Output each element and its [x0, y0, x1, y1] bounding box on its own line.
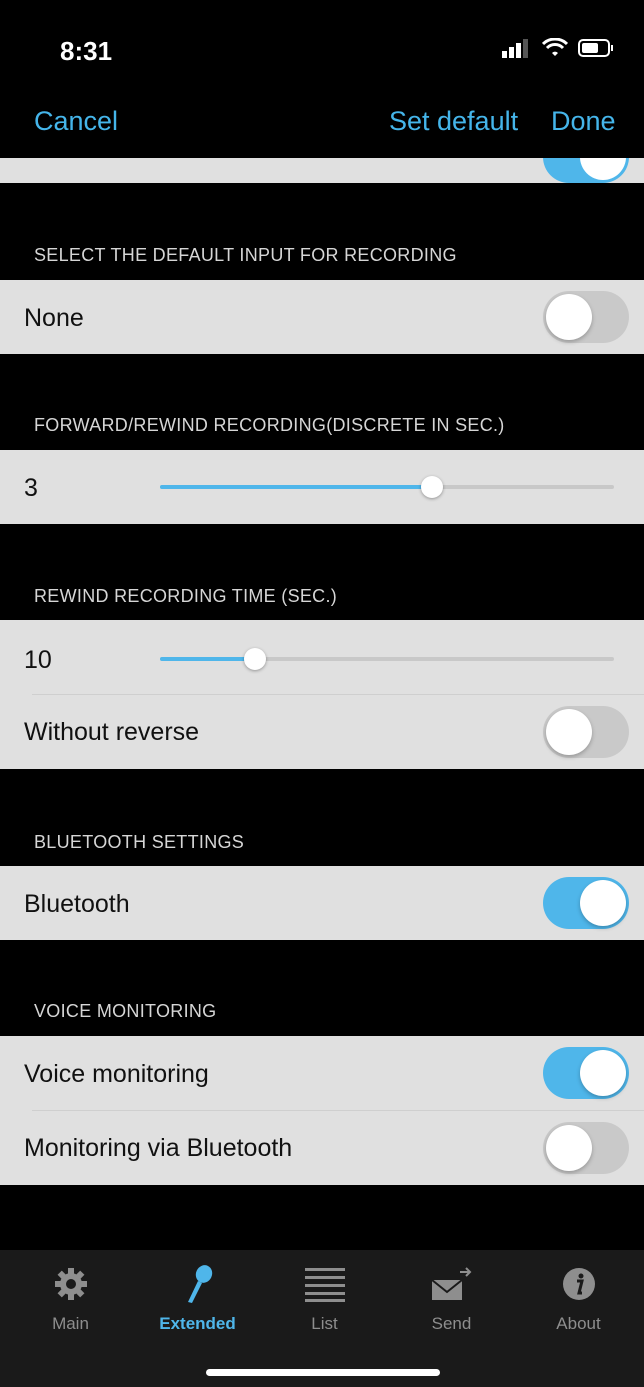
- microphone-icon: [187, 1265, 212, 1303]
- rewind-time-group: 10 Without reverse: [0, 620, 644, 769]
- send-envelope-icon: [430, 1267, 471, 1300]
- done-button[interactable]: Done: [551, 106, 616, 137]
- input-row: None: [0, 280, 644, 354]
- gear-icon: [54, 1268, 87, 1300]
- slider-thumb[interactable]: [244, 648, 267, 670]
- tab-bar: Main Extended List Send About: [0, 1250, 644, 1387]
- tab-send-label: Send: [431, 1314, 472, 1333]
- battery-icon: [578, 39, 613, 57]
- input-row-label: None: [24, 304, 84, 332]
- section-header-voice-monitoring: VOICE MONITORING: [34, 1001, 217, 1021]
- tab-extended[interactable]: Extended: [133, 1264, 262, 1334]
- rewind-time-value: 10: [24, 646, 52, 674]
- tab-list-label: List: [311, 1314, 338, 1333]
- tab-main-label: Main: [52, 1314, 89, 1333]
- without-reverse-toggle[interactable]: [543, 706, 629, 758]
- tab-main[interactable]: Main: [6, 1264, 135, 1334]
- without-reverse-label: Without reverse: [24, 718, 200, 746]
- tab-about-label: About: [556, 1314, 601, 1333]
- cellular-signal-icon: [502, 39, 528, 58]
- navigation-bar-buttons: Cancel Set default Done: [0, 100, 644, 158]
- rewind-time-slider[interactable]: [160, 648, 614, 670]
- section-header-input: SELECT THE DEFAULT INPUT FOR RECORDING: [34, 245, 457, 265]
- status-icons: [502, 38, 614, 58]
- tab-send[interactable]: Send: [387, 1264, 516, 1334]
- status-time: 8:31: [60, 36, 113, 66]
- monitoring-bluetooth-toggle[interactable]: [543, 1122, 629, 1174]
- section-header-rewind-time: REWIND RECORDING TIME (SEC.): [34, 586, 338, 606]
- divider: [32, 1110, 644, 1111]
- monitoring-bluetooth-label: Monitoring via Bluetooth: [24, 1134, 293, 1162]
- input-none-toggle[interactable]: [543, 291, 629, 343]
- bluetooth-row: Bluetooth: [0, 866, 644, 940]
- list-icon: [304, 1268, 345, 1302]
- section-header-forward-rewind: FORWARD/REWIND RECORDING(DISCRETE IN SEC…: [34, 415, 505, 435]
- home-indicator: [206, 1369, 440, 1376]
- voice-monitoring-label: Voice monitoring: [24, 1060, 209, 1088]
- divider: [32, 694, 644, 695]
- cancel-button[interactable]: Cancel: [34, 106, 118, 137]
- bluetooth-toggle[interactable]: [543, 877, 629, 929]
- section-header-bluetooth: BLUETOOTH SETTINGS: [34, 832, 245, 852]
- tab-extended-label: Extended: [159, 1314, 236, 1333]
- forward-rewind-row: 3: [0, 450, 644, 524]
- wifi-icon: [542, 38, 568, 56]
- voice-monitoring-group: Voice monitoring Monitoring via Bluetoot…: [0, 1036, 644, 1185]
- info-icon: [562, 1268, 595, 1300]
- forward-rewind-value: 3: [24, 474, 38, 502]
- forward-rewind-slider[interactable]: [160, 476, 614, 498]
- bluetooth-label: Bluetooth: [24, 890, 130, 918]
- partial-row: [0, 131, 644, 183]
- voice-monitoring-toggle[interactable]: [543, 1047, 629, 1099]
- slider-thumb[interactable]: [421, 476, 444, 498]
- set-default-button[interactable]: Set default: [389, 106, 518, 137]
- tab-about[interactable]: About: [514, 1264, 643, 1334]
- tab-list[interactable]: List: [260, 1264, 389, 1334]
